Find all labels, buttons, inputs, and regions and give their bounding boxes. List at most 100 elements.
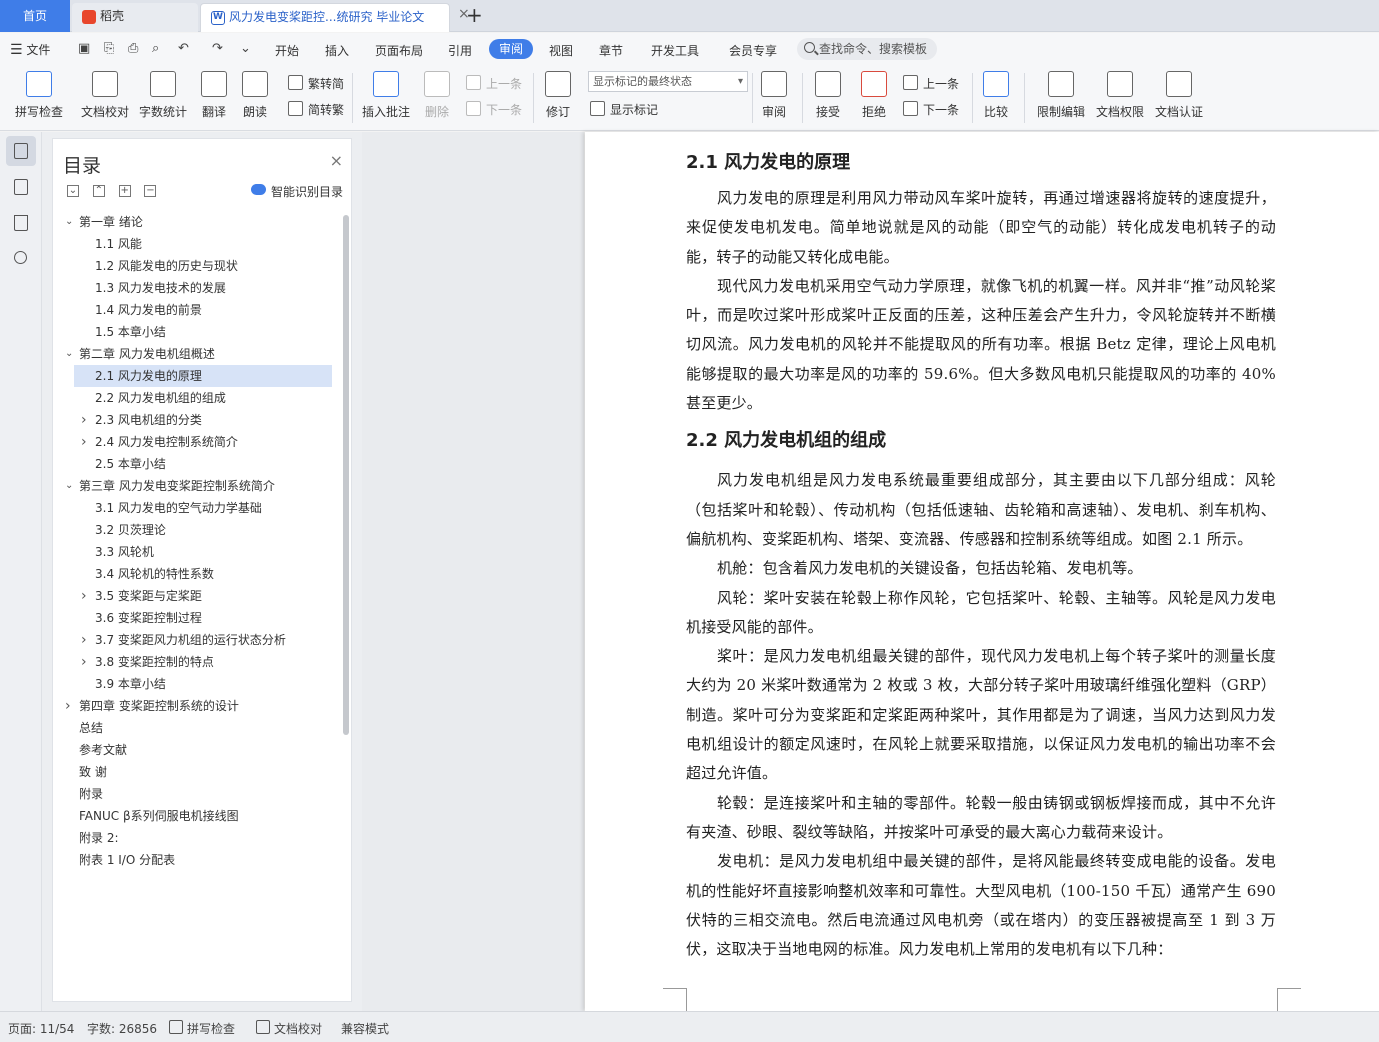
tab-home[interactable]: 首页	[0, 0, 70, 32]
chevron-right-icon[interactable]: ›	[81, 629, 87, 651]
doc-rights-button[interactable]: 文档权限	[1093, 69, 1147, 120]
chevron-right-icon[interactable]: ›	[81, 651, 87, 673]
toc-panel-button[interactable]	[6, 136, 36, 166]
show-markup-button[interactable]: 显示标记	[590, 101, 658, 118]
collapse-all-icon[interactable]: ⌄	[67, 185, 79, 197]
add-heading-icon[interactable]: +	[118, 185, 131, 197]
toc-item[interactable]: ⌄ 第一章 绪论	[53, 211, 343, 233]
translate-button[interactable]: 翻译	[194, 69, 234, 120]
chevron-right-icon[interactable]: ›	[81, 409, 87, 431]
toc-item[interactable]: 附表 1 I/O 分配表	[53, 849, 343, 871]
menu-review[interactable]: 审阅	[489, 39, 533, 59]
bookmark-button[interactable]	[6, 208, 36, 238]
toc-item[interactable]: › 3.8 变桨距控制的特点	[53, 651, 343, 673]
menu-devtools[interactable]: 开发工具	[651, 42, 699, 59]
new-tab-button[interactable]: +	[466, 4, 483, 26]
save-icon[interactable]: ▣	[78, 41, 90, 56]
toc-item[interactable]: › 2.3 风电机组的分类	[53, 409, 343, 431]
doc-certify-button[interactable]: 文档认证	[1152, 69, 1206, 120]
compare-button[interactable]: 比较	[978, 69, 1014, 120]
accept-button[interactable]: 接受	[810, 69, 846, 120]
expand-all-icon[interactable]: ⌃	[92, 185, 105, 197]
restrict-edit-button[interactable]: 限制编辑	[1034, 69, 1088, 120]
toc-item[interactable]: 2.1 风力发电的原理	[74, 365, 332, 387]
preview-icon[interactable]: ⌕	[152, 41, 159, 56]
trad-to-simp-button[interactable]: 繁转简	[288, 75, 344, 92]
toc-scrollbar[interactable]	[343, 215, 349, 735]
redo-icon[interactable]: ↷	[212, 41, 223, 56]
simp-to-trad-button[interactable]: 简转繁	[288, 101, 344, 118]
next-change-button[interactable]: 下一条	[903, 101, 959, 118]
chevron-down-icon[interactable]: ⌄	[65, 475, 73, 497]
tab-daoke[interactable]: 稻壳	[72, 3, 198, 32]
toc-item[interactable]: › 第四章 变桨距控制系统的设计	[53, 695, 343, 717]
toc-item[interactable]: 3.9 本章小结	[53, 673, 343, 695]
insert-comment-button[interactable]: 插入批注	[360, 69, 412, 120]
toc-item[interactable]: 1.5 本章小结	[53, 321, 343, 343]
document-page[interactable]: 2.1 风力发电的原理 风力发电的原理是利用风力带动风车桨叶旋转，再通过增速器将…	[585, 132, 1379, 1011]
toc-item[interactable]: 3.4 风轮机的特性系数	[53, 563, 343, 585]
prev-change-button[interactable]: 上一条	[903, 75, 959, 92]
tab-document[interactable]: W 风力发电变桨距控...统研究 毕业论文	[200, 3, 450, 32]
chevron-right-icon[interactable]: ›	[65, 695, 71, 717]
delete-comment-button[interactable]: 删除	[420, 69, 454, 120]
toc-item[interactable]: 致 谢	[53, 761, 343, 783]
toc-item[interactable]: 2.5 本章小结	[53, 453, 343, 475]
toc-item[interactable]: › 3.5 变桨距与定桨距	[53, 585, 343, 607]
navigation-button[interactable]	[6, 172, 36, 202]
next-comment-button[interactable]: 下一条	[466, 101, 522, 118]
page-indicator[interactable]: 页面: 11/54	[8, 1020, 74, 1037]
toc-item[interactable]: 3.3 风轮机	[53, 541, 343, 563]
command-search[interactable]: 查找命令、搜索模板	[797, 38, 937, 60]
menu-view[interactable]: 视图	[549, 42, 573, 59]
toc-item[interactable]: › 3.7 变桨距风力机组的运行状态分析	[53, 629, 343, 651]
chevron-down-icon[interactable]: ⌄	[65, 211, 73, 233]
close-icon[interactable]: ×	[330, 151, 343, 170]
toc-item[interactable]: 2.2 风力发电机组的组成	[53, 387, 343, 409]
toc-item[interactable]: 1.4 风力发电的前景	[53, 299, 343, 321]
menu-insert[interactable]: 插入	[325, 42, 349, 59]
toc-item[interactable]: 总结	[53, 717, 343, 739]
reject-button[interactable]: 拒绝	[856, 69, 892, 120]
prev-comment-button[interactable]: 上一条	[466, 75, 522, 92]
spell-check-button[interactable]: 拼写检查	[8, 69, 70, 120]
toc-item[interactable]: ⌄ 第二章 风力发电机组概述	[53, 343, 343, 365]
print-icon[interactable]: ⎙	[128, 41, 138, 56]
close-tab-icon[interactable]: ×	[458, 6, 1369, 22]
toc-item[interactable]: 1.2 风能发电的历史与现状	[53, 255, 343, 277]
doc-proof-button[interactable]: 文档校对	[76, 69, 134, 120]
chevron-down-icon[interactable]: ⌄	[65, 343, 73, 365]
toc-item[interactable]: ⌄ 第三章 风力发电变桨距控制系统简介	[53, 475, 343, 497]
doc-proof-status[interactable]: 文档校对	[256, 1020, 322, 1037]
word-count-indicator[interactable]: 字数: 26856	[87, 1020, 157, 1037]
toc-item[interactable]: 1.1 风能	[53, 233, 343, 255]
toc-item[interactable]: 1.3 风力发电技术的发展	[53, 277, 343, 299]
toc-item[interactable]: 附录	[53, 783, 343, 805]
track-changes-button[interactable]: 修订	[540, 69, 576, 120]
toc-item[interactable]: 3.6 变桨距控制过程	[53, 607, 343, 629]
review-pane-button[interactable]: 审阅	[756, 69, 792, 120]
menu-layout[interactable]: 页面布局	[375, 42, 423, 59]
document-body[interactable]: 2.1 风力发电的原理 风力发电的原理是利用风力带动风车桨叶旋转，再通过增速器将…	[686, 148, 1276, 964]
smart-toc-button[interactable]: 智能识别目录	[250, 183, 343, 200]
toc-item[interactable]: 参考文献	[53, 739, 343, 761]
menu-start[interactable]: 开始	[275, 42, 299, 59]
read-aloud-button[interactable]: 朗读	[240, 69, 270, 120]
toc-item[interactable]: › 2.4 风力发电控制系统简介	[53, 431, 343, 453]
spell-check-status[interactable]: 拼写检查	[169, 1020, 235, 1037]
remove-heading-icon[interactable]: −	[144, 185, 157, 197]
toc-item[interactable]: 3.2 贝茨理论	[53, 519, 343, 541]
chevron-right-icon[interactable]: ›	[81, 585, 87, 607]
markup-state-select[interactable]: 显示标记的最终状态	[588, 71, 748, 92]
customize-icon[interactable]: ⌄	[240, 41, 251, 56]
find-button[interactable]	[6, 244, 36, 274]
word-count-button[interactable]: 字数统计	[136, 69, 190, 120]
toc-item[interactable]: FANUC β系列伺服电机接线图	[53, 805, 343, 827]
chevron-right-icon[interactable]: ›	[81, 431, 87, 453]
toc-item[interactable]: 3.1 风力发电的空气动力学基础	[53, 497, 343, 519]
undo-icon[interactable]: ↶	[178, 41, 189, 56]
menu-section[interactable]: 章节	[599, 42, 623, 59]
menu-reference[interactable]: 引用	[448, 42, 472, 59]
export-icon[interactable]: ⎘	[104, 41, 114, 56]
menu-member[interactable]: 会员专享	[729, 42, 777, 59]
